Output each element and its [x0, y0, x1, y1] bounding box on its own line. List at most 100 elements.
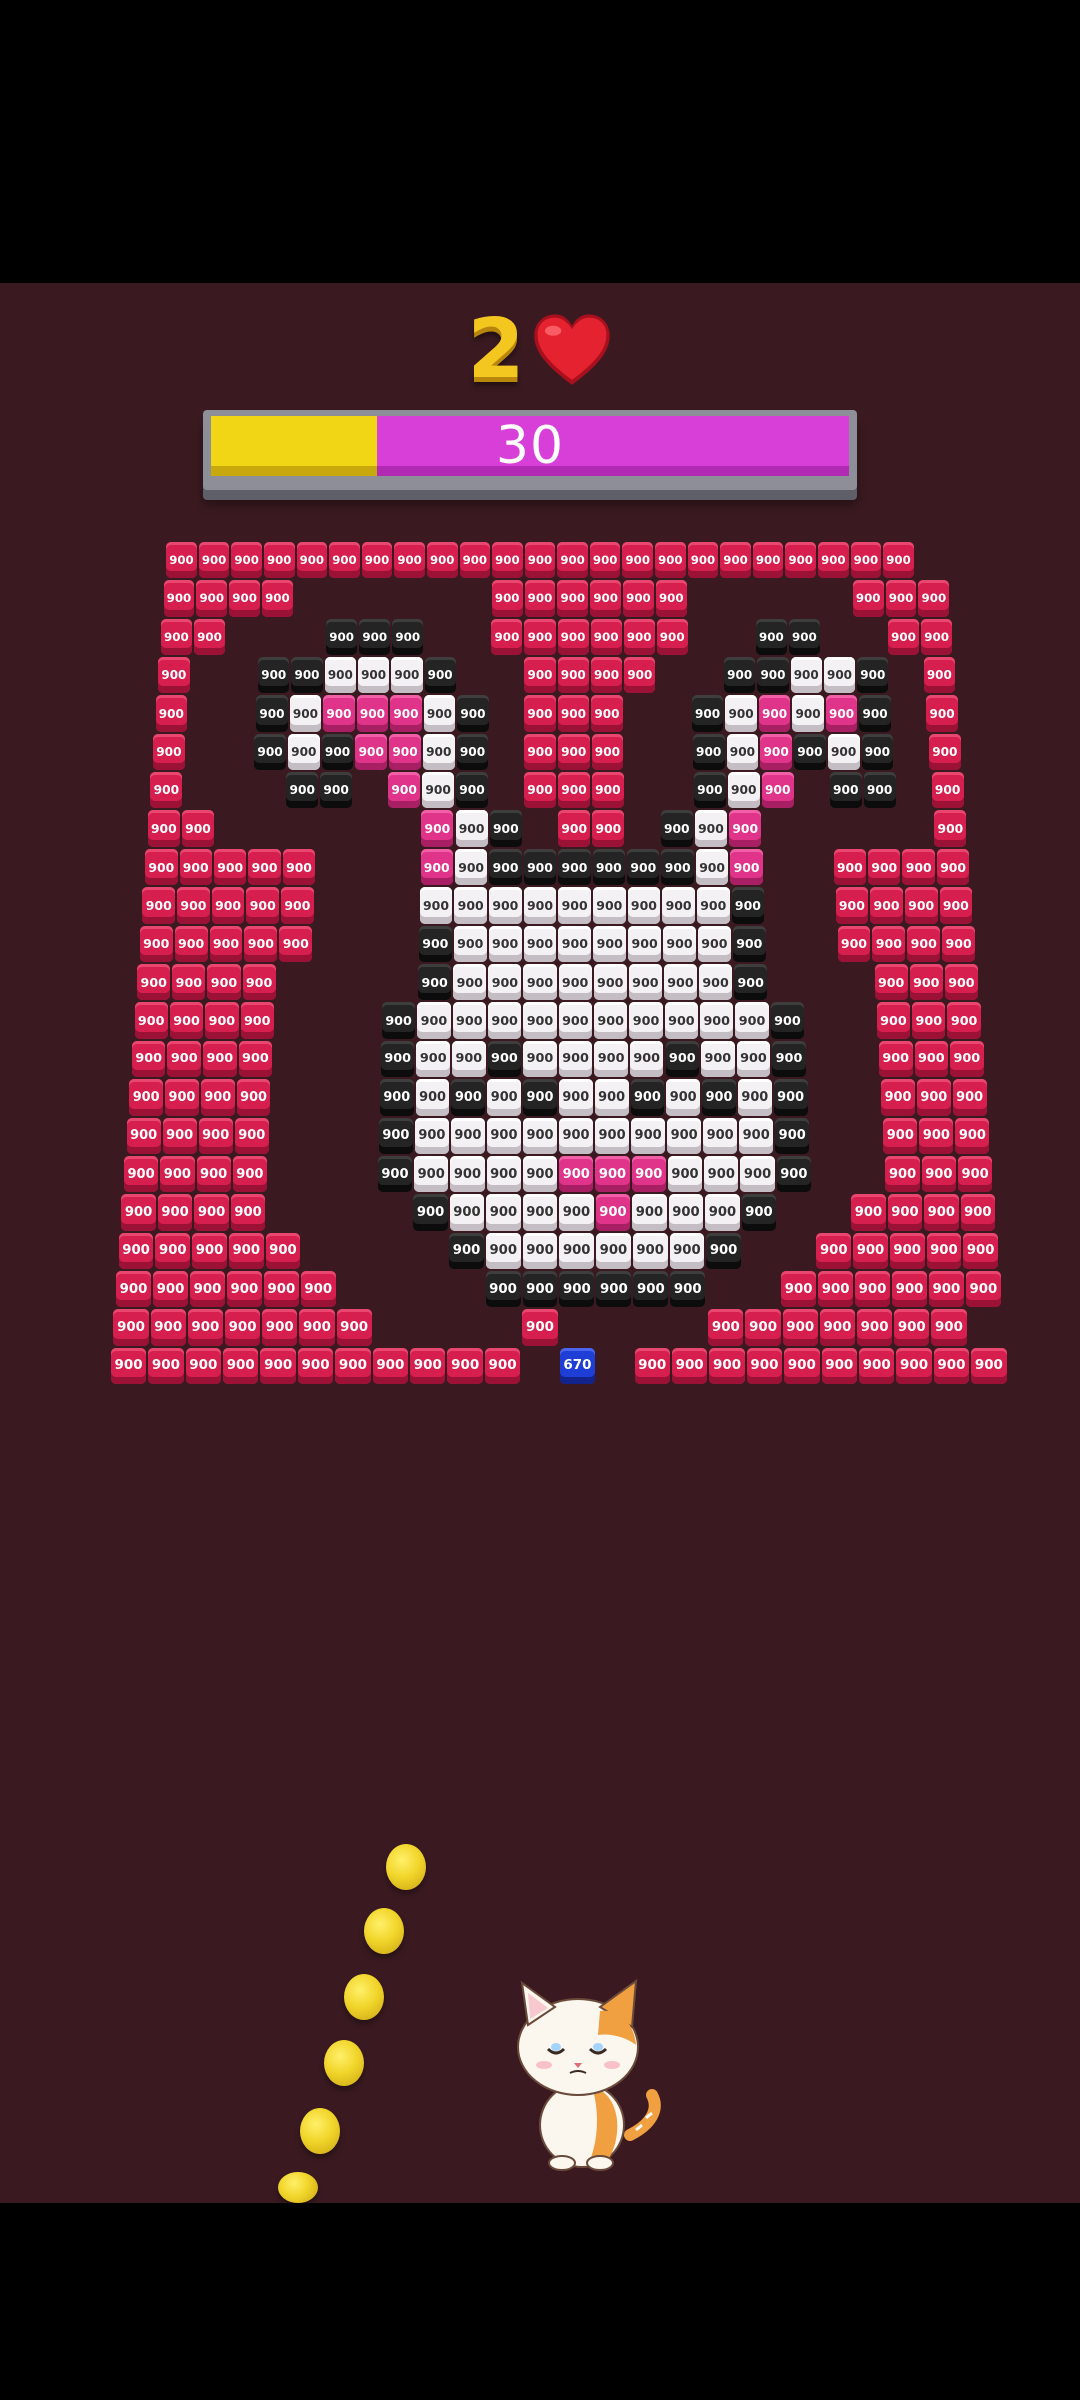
brick: 900 [263, 1271, 299, 1308]
brick: 900 [958, 1155, 993, 1193]
brick: 900 [912, 1002, 946, 1039]
brick: 900 [697, 925, 731, 962]
level-indicator: 2 [0, 305, 1080, 395]
brick: 900 [702, 1079, 736, 1116]
brick: 900 [931, 772, 964, 809]
brick: 900 [418, 925, 452, 962]
brick: 900 [453, 925, 487, 962]
brick: 900 [452, 1002, 486, 1039]
brick: 900 [965, 1271, 1001, 1308]
brick: 900 [634, 1347, 670, 1385]
brick: 900 [523, 964, 557, 1001]
brick: 900 [772, 1040, 806, 1078]
brick: 900 [486, 1155, 521, 1193]
brick: 900 [524, 733, 556, 771]
brick: 900 [320, 772, 353, 809]
brick: 900 [660, 810, 693, 847]
brick: 900 [177, 887, 210, 924]
brick: 900 [414, 1155, 449, 1193]
brick: 900 [238, 1040, 273, 1078]
brick: 900 [622, 541, 654, 579]
brick: 900 [187, 1309, 223, 1346]
brick: 900 [153, 733, 185, 771]
brick: 900 [665, 1040, 700, 1078]
brick: 900 [775, 1117, 810, 1154]
brick: 900 [256, 695, 288, 732]
brick: 900 [594, 1040, 628, 1078]
brick: 900 [883, 1117, 918, 1154]
brick: 900 [491, 580, 523, 617]
brick: 900 [594, 1002, 628, 1039]
brick: 900 [419, 887, 453, 924]
brick: 900 [885, 580, 917, 617]
brick: 900 [591, 772, 624, 809]
brick: 900 [153, 1271, 188, 1308]
brick: 900 [196, 1155, 231, 1193]
brick: 900 [926, 695, 958, 732]
brick: 900 [745, 1309, 781, 1346]
brick: 900 [852, 580, 884, 617]
brick: 900 [279, 925, 313, 962]
brick: 900 [595, 1155, 630, 1193]
brick: 900 [781, 1271, 817, 1308]
brick: 900 [933, 1347, 970, 1385]
brick: 900 [950, 1040, 984, 1078]
brick: 900 [181, 810, 215, 847]
brick: 900 [486, 1194, 521, 1231]
brick: 900 [524, 772, 556, 809]
brick: 900 [148, 1347, 184, 1385]
brick: 900 [732, 925, 766, 962]
brick: 900 [746, 1347, 783, 1385]
brick: 900 [818, 541, 849, 579]
brick: 900 [914, 1040, 949, 1078]
brick: 900 [323, 695, 355, 732]
brick: 900 [593, 925, 627, 962]
brick: 900 [827, 733, 860, 771]
brick: 900 [224, 1309, 261, 1346]
brick: 900 [454, 887, 487, 924]
cat-avatar-icon[interactable] [500, 1975, 670, 2175]
brick: 900 [596, 1271, 632, 1308]
brick: 900 [837, 925, 871, 962]
level-progress-bar: 30 [203, 410, 857, 490]
brick: 900 [485, 1271, 521, 1308]
brick: 900 [757, 656, 789, 694]
brick: 900 [729, 810, 762, 847]
brick: 900 [485, 1232, 521, 1270]
brick: 900 [198, 541, 230, 579]
brick: 900 [282, 848, 316, 886]
brick: 900 [628, 964, 662, 1001]
brick: 900 [450, 1117, 485, 1154]
progress-value: 30 [495, 416, 565, 476]
brick: 900 [336, 1309, 372, 1346]
brick: 900 [857, 1309, 893, 1346]
brick: 900 [487, 1002, 522, 1039]
brick: 900 [863, 772, 896, 809]
brick: 900 [447, 1347, 483, 1385]
brick: 900 [696, 887, 730, 924]
brick: 900 [736, 1040, 771, 1078]
brick: 900 [380, 1040, 415, 1078]
brick: 900 [129, 1079, 164, 1116]
brick: 900 [487, 1079, 522, 1116]
brick: 900 [740, 1155, 775, 1193]
brick: 900 [134, 1002, 168, 1039]
special-brick: 670 [559, 1347, 596, 1385]
brick: 900 [907, 925, 941, 962]
brick: 900 [850, 541, 882, 579]
brick: 900 [788, 618, 820, 655]
brick: 900 [902, 848, 935, 886]
brick: 900 [889, 1232, 925, 1270]
brick: 900 [784, 1347, 820, 1385]
brick: 900 [590, 580, 622, 617]
brick: 900 [706, 1232, 741, 1270]
brick: 900 [524, 695, 556, 732]
brick: 900 [632, 1232, 668, 1270]
brick: 900 [522, 1309, 558, 1346]
brick: 900 [150, 772, 183, 809]
brick: 900 [410, 1347, 446, 1385]
brick: 900 [524, 580, 556, 617]
brick: 900 [160, 1155, 195, 1193]
brick: 900 [131, 1040, 166, 1078]
ball [300, 2108, 340, 2154]
